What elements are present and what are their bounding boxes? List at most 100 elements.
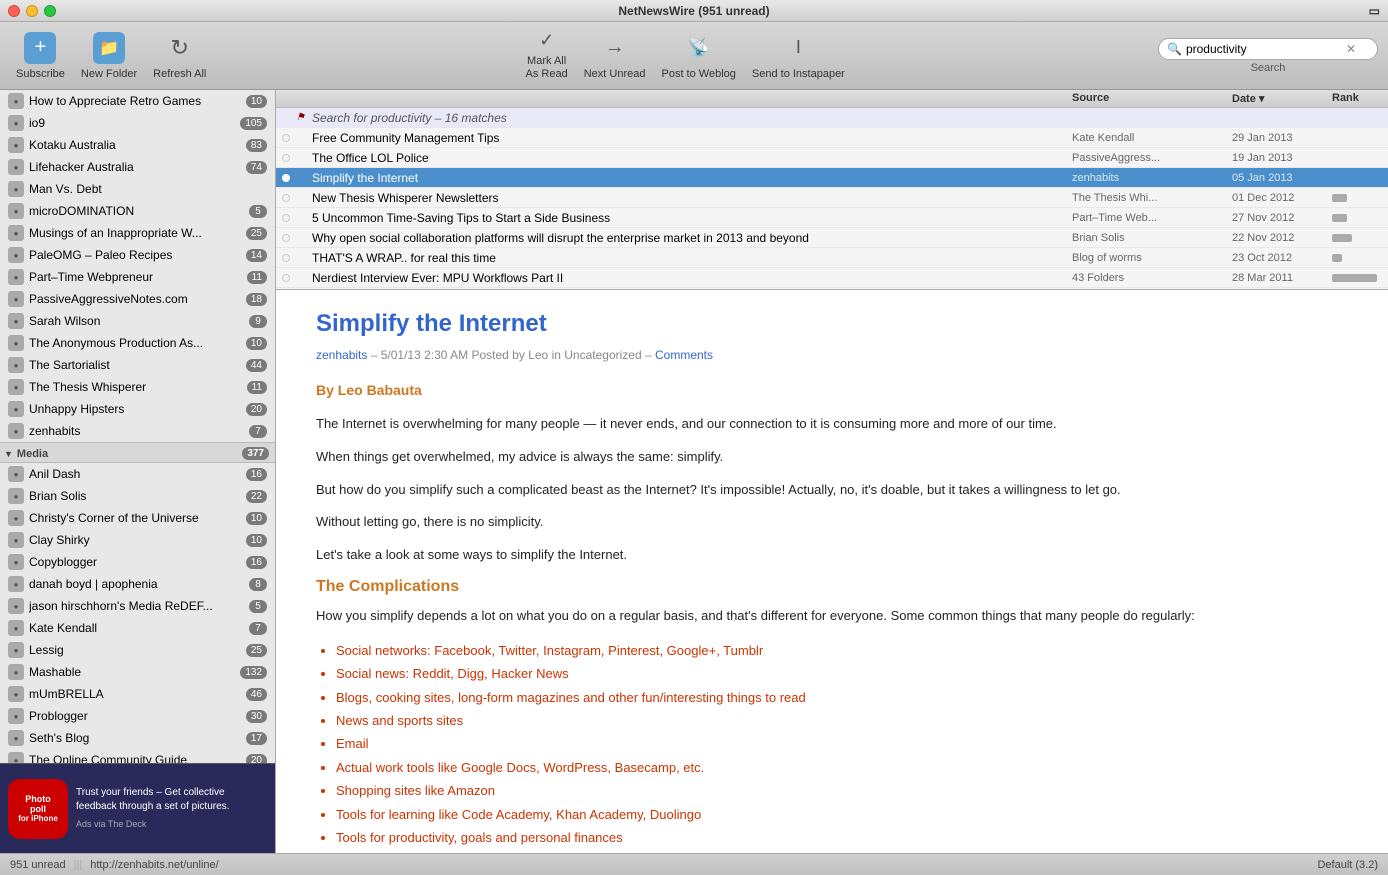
list-item: Tools for productivity, goals and person… [336, 826, 1348, 849]
sidebar-item-3[interactable]: ●Clay Shirky10 [0, 529, 275, 551]
sidebar-item-count: 20 [246, 403, 267, 416]
refresh-all-button[interactable]: ↻ Refresh All [147, 28, 212, 84]
article-source-link[interactable]: zenhabits [316, 348, 367, 362]
article-section-title: The Complications [316, 578, 1348, 596]
sidebar-item-label: Kate Kendall [29, 621, 249, 635]
sidebar-item-4[interactable]: ●Man Vs. Debt [0, 178, 275, 200]
article-rank [1332, 234, 1382, 242]
article-row[interactable]: Simplify the Internetzenhabits05 Jan 201… [276, 168, 1388, 188]
sidebar-item-label: Brian Solis [29, 489, 246, 503]
sidebar-item-2[interactable]: ●Christy's Corner of the Universe10 [0, 507, 275, 529]
send-to-instapaper-label: Send to Instapaper [752, 68, 845, 80]
window-resize[interactable]: ▭ [1369, 4, 1380, 18]
article-row[interactable]: Why open social collaboration platforms … [276, 228, 1388, 248]
sidebar-group-media[interactable]: ▼Media377 [0, 442, 275, 463]
feed-icon: ● [8, 357, 24, 373]
flag-icon: ⚑ [296, 112, 308, 124]
sidebar-item-15[interactable]: ●zenhabits7 [0, 420, 275, 442]
sidebar-item-0[interactable]: ●How to Appreciate Retro Games10 [0, 90, 275, 112]
minimize-button[interactable] [26, 5, 38, 17]
list-item: Email [336, 732, 1348, 755]
article-title: Simplify the Internet [316, 310, 1348, 338]
feed-icon: ● [8, 313, 24, 329]
sidebar-item-label: Seth's Blog [29, 731, 246, 745]
article-rank [1332, 254, 1382, 262]
next-unread-button[interactable]: → Next Unread [578, 28, 652, 84]
article-source: Blog of worms [1072, 252, 1232, 264]
mark-all-as-read-button[interactable]: ✓ Mark All As Read [520, 28, 574, 84]
sidebar-item-label: PassiveAggressiveNotes.com [29, 292, 246, 306]
sidebar-item-label: Mashable [29, 665, 240, 679]
col-header-date[interactable]: Date ▾ [1232, 92, 1332, 105]
sidebar-item-7[interactable]: ●Kate Kendall7 [0, 617, 275, 639]
sidebar-item-5[interactable]: ●danah boyd | apophenia8 [0, 573, 275, 595]
search-label[interactable]: Search [1251, 62, 1286, 74]
sidebar-item-1[interactable]: ●Brian Solis22 [0, 485, 275, 507]
article-row[interactable]: THAT'S A WRAP.. for real this timeBlog o… [276, 248, 1388, 268]
search-bar[interactable]: 🔍 ✕ [1158, 38, 1378, 60]
sidebar-item-13[interactable]: ●The Thesis Whisperer11 [0, 376, 275, 398]
sidebar-item-9[interactable]: ●Mashable132 [0, 661, 275, 683]
subscribe-button[interactable]: + Subscribe [10, 28, 71, 84]
col-header-rank: Rank [1332, 92, 1382, 105]
next-unread-label: Next Unread [584, 68, 646, 80]
refresh-all-label: Refresh All [153, 68, 206, 80]
main-area: ●How to Appreciate Retro Games10●io9105●… [0, 90, 1388, 853]
sidebar-item-label: zenhabits [29, 424, 249, 438]
feed-icon: ● [8, 664, 24, 680]
sidebar-item-11[interactable]: ●The Anonymous Production As...10 [0, 332, 275, 354]
new-folder-button[interactable]: 📁 New Folder [75, 28, 143, 84]
article-row[interactable]: The Office LOL PolicePassiveAggress...19… [276, 148, 1388, 168]
article-row[interactable]: Nerdiest Interview Ever: MPU Workflows P… [276, 268, 1388, 288]
search-input[interactable] [1186, 42, 1346, 56]
article-date: 22 Nov 2012 [1232, 232, 1332, 244]
article-meta: zenhabits – 5/01/13 2:30 AM Posted by Le… [316, 348, 1348, 362]
sidebar-item-count: 8 [249, 578, 267, 591]
send-to-instapaper-button[interactable]: I Send to Instapaper [746, 28, 851, 84]
sidebar-item-6[interactable]: ●jason hirschhorn's Media ReDEF...5 [0, 595, 275, 617]
flag-icon [296, 232, 308, 244]
unread-count: 951 unread [10, 859, 66, 871]
sidebar-item-0[interactable]: ●Anil Dash16 [0, 463, 275, 485]
sidebar-item-label: io9 [29, 116, 240, 130]
sidebar-item-7[interactable]: ●PaleOMG – Paleo Recipes14 [0, 244, 275, 266]
article-rows: Free Community Management TipsKate Kenda… [276, 128, 1388, 290]
feed-icon: ● [8, 401, 24, 417]
clear-search-icon[interactable]: ✕ [1346, 42, 1356, 56]
article-title: The Office LOL Police [312, 151, 1072, 165]
article-body: The Internet is overwhelming for many pe… [316, 414, 1348, 849]
sidebar-item-11[interactable]: ●Problogger30 [0, 705, 275, 727]
comments-link[interactable]: Comments [655, 348, 713, 362]
sidebar: ●How to Appreciate Retro Games10●io9105●… [0, 90, 276, 853]
feed-icon: ● [8, 598, 24, 614]
sidebar-item-4[interactable]: ●Copyblogger16 [0, 551, 275, 573]
article-row[interactable]: 5 Uncommon Time-Saving Tips to Start a S… [276, 208, 1388, 228]
article-row[interactable]: Free Community Management TipsKate Kenda… [276, 128, 1388, 148]
sidebar-item-count: 16 [246, 556, 267, 569]
sidebar-item-10[interactable]: ●mUmBRELLA46 [0, 683, 275, 705]
sidebar-item-14[interactable]: ●Unhappy Hipsters20 [0, 398, 275, 420]
article-rank [1332, 194, 1382, 202]
sidebar-item-2[interactable]: ●Kotaku Australia83 [0, 134, 275, 156]
sidebar-item-label: Christy's Corner of the Universe [29, 511, 246, 525]
sidebar-item-12[interactable]: ●Seth's Blog17 [0, 727, 275, 749]
maximize-button[interactable] [44, 5, 56, 17]
sidebar-item-8[interactable]: ●Lessig25 [0, 639, 275, 661]
sidebar-item-5[interactable]: ●microDOMINATION5 [0, 200, 275, 222]
feed-icon: ● [8, 379, 24, 395]
feed-icon: ● [8, 730, 24, 746]
post-to-weblog-button[interactable]: 📡 Post to Weblog [655, 28, 741, 84]
sidebar-item-9[interactable]: ●PassiveAggressiveNotes.com18 [0, 288, 275, 310]
ad-text: Trust your friends – Get collective feed… [76, 786, 267, 831]
sidebar-item-8[interactable]: ●Part–Time Webpreneur11 [0, 266, 275, 288]
close-button[interactable] [8, 5, 20, 17]
sidebar-item-6[interactable]: ●Musings of an Inappropriate W...25 [0, 222, 275, 244]
sidebar-item-1[interactable]: ●io9105 [0, 112, 275, 134]
sidebar-item-count: 14 [246, 249, 267, 262]
sidebar-item-10[interactable]: ●Sarah Wilson9 [0, 310, 275, 332]
sidebar-item-3[interactable]: ●Lifehacker Australia74 [0, 156, 275, 178]
sidebar-item-label: Sarah Wilson [29, 314, 249, 328]
article-row[interactable]: New Thesis Whisperer NewslettersThe Thes… [276, 188, 1388, 208]
sidebar-item-12[interactable]: ●The Sartorialist44 [0, 354, 275, 376]
article-viewer: Simplify the Internet zenhabits – 5/01/1… [276, 290, 1388, 853]
